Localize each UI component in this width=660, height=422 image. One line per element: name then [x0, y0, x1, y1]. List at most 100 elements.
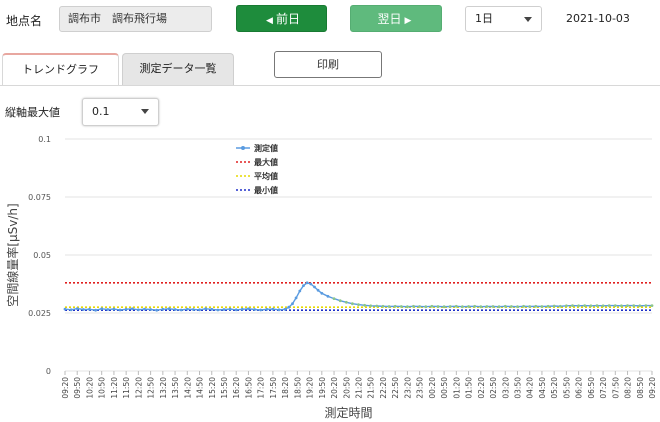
x-tick-label: 18:20 — [281, 377, 290, 399]
measured-point — [387, 305, 391, 308]
tab-divider — [0, 85, 660, 86]
x-tick-label: 10:50 — [98, 377, 107, 399]
measured-point — [583, 304, 587, 307]
measured-point — [638, 304, 642, 308]
caret-left-icon: ◀ — [266, 16, 273, 26]
measured-point — [442, 305, 446, 309]
measured-point — [265, 307, 269, 311]
x-tick-label: 09:20 — [648, 377, 657, 399]
x-tick-label: 21:50 — [367, 377, 376, 399]
x-tick-label: 22:20 — [379, 377, 388, 399]
legend-swatch-marker — [241, 146, 245, 150]
measured-point — [198, 308, 201, 312]
x-tick-label: 16:50 — [244, 377, 253, 399]
measured-point — [294, 296, 298, 300]
y-max-label: 縦軸最大値 — [5, 106, 60, 119]
x-tick-label: 18:50 — [293, 377, 302, 399]
measured-point — [485, 305, 489, 308]
measured-point — [240, 307, 244, 311]
measured-point — [552, 304, 556, 308]
x-axis-title: 測定時間 — [324, 405, 372, 420]
tab-data-list[interactable]: 測定データ一覧 — [122, 53, 234, 85]
measured-point — [510, 305, 513, 308]
x-tick-label: 13:50 — [171, 377, 180, 399]
date-display: 2021-10-03 — [566, 12, 630, 25]
y-max-select[interactable]: 0.1 — [82, 98, 159, 126]
prev-day-button[interactable]: ◀ 前日 — [236, 5, 327, 32]
x-tick-label: 22:50 — [391, 377, 400, 399]
measured-point — [430, 304, 434, 308]
measured-point — [326, 294, 330, 298]
next-day-button[interactable]: 翌日 ▶ — [350, 5, 442, 32]
measured-point — [259, 308, 263, 312]
y-max-value: 0.1 — [92, 105, 110, 118]
measured-point — [607, 304, 611, 307]
x-tick-label: 23:50 — [416, 377, 425, 399]
measured-point — [124, 307, 128, 311]
measured-point — [540, 305, 544, 308]
measured-point — [632, 304, 636, 307]
measured-point — [601, 304, 605, 308]
measured-point — [491, 305, 495, 308]
measured-point — [94, 308, 97, 312]
tab-trend-graph[interactable]: トレンドグラフ — [2, 53, 119, 86]
x-tick-label: 16:20 — [232, 377, 241, 399]
measured-point — [393, 304, 397, 308]
measured-point — [81, 308, 85, 311]
measured-point — [130, 307, 134, 311]
x-tick-label: 08:50 — [636, 377, 645, 399]
print-button[interactable]: 印刷 — [274, 51, 382, 78]
x-tick-label: 00:50 — [440, 377, 449, 399]
measured-point — [271, 307, 275, 311]
measured-point — [344, 300, 348, 304]
x-tick-label: 01:50 — [465, 377, 474, 399]
x-tick-label: 15:20 — [208, 377, 217, 399]
measured-point — [565, 304, 568, 308]
measured-point — [228, 307, 232, 311]
measured-point — [613, 304, 617, 307]
x-tick-label: 20:20 — [330, 377, 339, 399]
x-tick-label: 05:50 — [562, 377, 571, 399]
measured-point — [216, 308, 220, 312]
x-tick-label: 06:20 — [575, 377, 584, 399]
measured-point — [88, 307, 91, 311]
measured-point — [222, 308, 226, 311]
measured-point — [644, 304, 648, 307]
x-tick-label: 15:50 — [220, 377, 229, 399]
y-tick-label: 0.05 — [33, 251, 51, 260]
measured-point — [461, 305, 464, 309]
measured-point — [298, 289, 302, 293]
measured-point — [589, 304, 593, 308]
x-tick-label: 13:20 — [159, 377, 168, 399]
x-tick-label: 03:20 — [501, 377, 510, 399]
x-tick-label: 02:50 — [489, 377, 498, 399]
measured-point — [309, 282, 313, 286]
period-select[interactable]: 1日 — [465, 6, 542, 32]
next-day-label: 翌日 — [377, 12, 402, 26]
legend-label: 最大値 — [254, 157, 278, 167]
measured-point — [351, 302, 354, 306]
measured-point — [412, 304, 415, 308]
measured-point — [332, 297, 336, 300]
x-tick-label: 04:20 — [526, 377, 535, 399]
measured-point — [277, 308, 281, 312]
measured-point — [369, 304, 373, 308]
measured-point — [137, 308, 140, 312]
measured-point — [436, 305, 440, 308]
x-tick-label: 01:20 — [452, 377, 461, 399]
x-tick-label: 00:20 — [428, 377, 437, 399]
legend-label: 最小値 — [254, 185, 278, 195]
measured-point — [516, 305, 519, 309]
measured-point — [577, 304, 580, 308]
x-tick-label: 05:20 — [550, 377, 559, 399]
measured-point — [143, 307, 146, 311]
measured-point — [479, 305, 483, 309]
measured-point — [112, 307, 116, 311]
measured-point — [454, 304, 458, 308]
measured-point — [424, 305, 428, 309]
measured-point — [357, 303, 360, 306]
trend-chart: 00.0250.050.0750.109:20 09:50 10:20 10:50 11… — [5, 135, 657, 420]
measured-point — [210, 307, 214, 311]
measured-point — [418, 305, 421, 308]
measured-point — [161, 307, 165, 311]
